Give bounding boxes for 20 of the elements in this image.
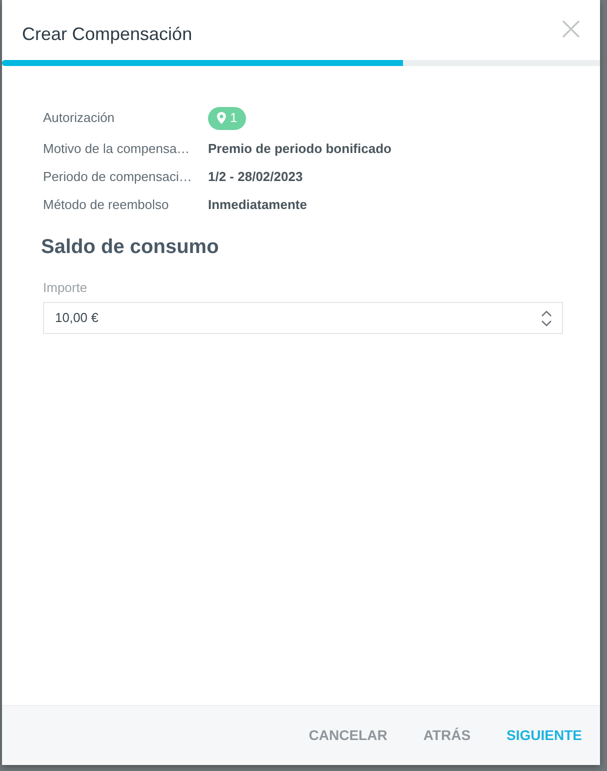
footer-button[interactable]: ATRÁS [413,719,481,752]
amount-value: 10,00 € [55,309,98,328]
detail-label: Autorización [43,109,116,128]
next-button[interactable]: SIGUIENTE [496,719,592,752]
close-icon [562,20,580,38]
amount-input[interactable]: 10,00 € [43,302,563,334]
map-pin-icon [217,112,226,124]
detail-label: Motivo de la compensa… [43,140,191,158]
footer-button[interactable]: CANCELAR [298,719,398,752]
detail-value: Inmediatamente [208,196,307,214]
detail-value: 1/2 - 28/02/2023 [208,168,303,186]
chevron-up-icon[interactable] [541,310,552,316]
field-label: Importe [43,280,88,296]
detail-label: Método de reembolso [43,196,170,214]
dialog-title: Crear Compensación [22,22,192,46]
location-badge: 1 [208,106,246,130]
detail-label: Periodo de compensaci… [43,168,193,186]
section-heading: Saldo de consumo [41,235,220,259]
detail-value: Premio de periodo bonificado [208,140,392,158]
chevron-down-icon[interactable] [541,320,552,326]
